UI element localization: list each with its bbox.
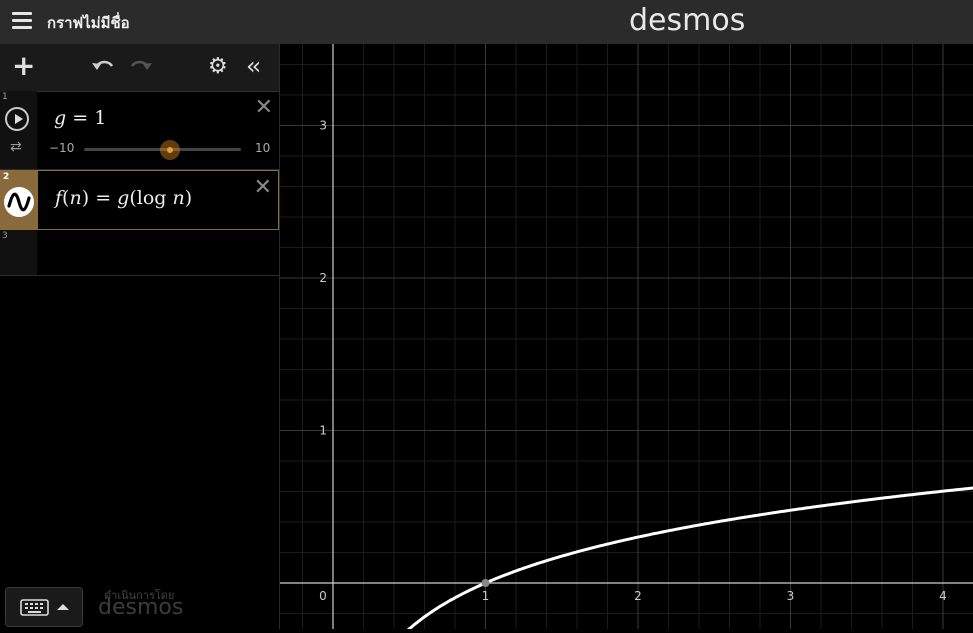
desmos-logo: desmos bbox=[629, 3, 746, 38]
loop-icon[interactable]: ⇄ bbox=[10, 139, 22, 155]
expression-index: 1 bbox=[2, 92, 8, 102]
expression-gutter: 3 bbox=[0, 230, 37, 275]
x-tick-label: 2 bbox=[634, 589, 642, 603]
keyboard-icon bbox=[20, 599, 69, 616]
top-bar: กราฟไม่มีชื่อ desmos bbox=[0, 0, 973, 44]
y-tick-label: 1 bbox=[319, 424, 327, 438]
powered-by-logo: desmos bbox=[98, 595, 184, 620]
redo-icon[interactable] bbox=[128, 56, 154, 80]
equals-sign: = bbox=[72, 107, 95, 129]
x-tick-label: 0 bbox=[319, 589, 327, 603]
expression-index: 2 bbox=[3, 172, 10, 182]
graph-paper[interactable]: 0 1 2 3 4 1 2 3 bbox=[280, 44, 973, 633]
expression-empty[interactable]: 3 bbox=[0, 230, 279, 276]
hamburger-icon[interactable] bbox=[12, 12, 32, 30]
function-curve bbox=[402, 486, 973, 633]
expression-math[interactable]: f(n) = g(log n) bbox=[55, 187, 192, 209]
function-name: f bbox=[55, 187, 63, 209]
function-argument: n bbox=[69, 187, 82, 209]
expression-panel: + ⚙ ‹‹ 1 ⇄ g = 1 ✕ −10 10 2 f(n) = g(log… bbox=[0, 44, 280, 629]
undo-icon[interactable] bbox=[90, 56, 116, 80]
y-tick-label: 2 bbox=[319, 271, 327, 285]
expression-slider-g[interactable]: 1 ⇄ g = 1 ✕ −10 10 bbox=[0, 91, 279, 170]
expression-index: 3 bbox=[2, 231, 8, 241]
expression-math[interactable]: g = 1 bbox=[54, 107, 106, 129]
expression-gutter: 2 bbox=[1, 171, 38, 229]
variable-name: g bbox=[54, 107, 67, 129]
close-icon[interactable]: ✕ bbox=[254, 175, 272, 200]
expression-gutter: 1 ⇄ bbox=[0, 91, 37, 169]
graph-title[interactable]: กราฟไม่มีชื่อ bbox=[47, 11, 130, 35]
slider-track[interactable] bbox=[84, 140, 241, 160]
graph-canvas[interactable]: 0 1 2 3 4 1 2 3 bbox=[280, 44, 973, 633]
slider-max-label[interactable]: 10 bbox=[255, 141, 270, 155]
rhs-function-name: g bbox=[117, 187, 130, 209]
intercept-point bbox=[481, 579, 490, 587]
expression-function-f[interactable]: 2 f(n) = g(log n) ✕ bbox=[0, 170, 279, 230]
double-chevron-left-icon[interactable]: ‹‹ bbox=[246, 52, 261, 80]
x-tick-label: 4 bbox=[939, 589, 947, 603]
rhs-argument: n bbox=[172, 187, 185, 209]
expression-toolbar: + ⚙ ‹‹ bbox=[0, 44, 279, 92]
close-icon[interactable]: ✕ bbox=[255, 95, 273, 120]
equals-sign: = bbox=[95, 187, 118, 209]
gear-icon[interactable]: ⚙ bbox=[208, 54, 228, 79]
variable-value: 1 bbox=[94, 107, 107, 129]
x-tick-label: 1 bbox=[482, 589, 490, 603]
log-operator: log bbox=[136, 187, 167, 209]
slider-min-label[interactable]: −10 bbox=[49, 141, 74, 155]
plus-icon[interactable]: + bbox=[12, 52, 35, 80]
x-tick-label: 3 bbox=[787, 589, 795, 603]
wave-icon[interactable] bbox=[4, 187, 34, 217]
slider-thumb[interactable] bbox=[160, 140, 181, 160]
play-icon[interactable] bbox=[5, 107, 29, 131]
y-tick-label: 3 bbox=[319, 119, 327, 133]
keyboard-toggle-button[interactable] bbox=[5, 587, 83, 627]
